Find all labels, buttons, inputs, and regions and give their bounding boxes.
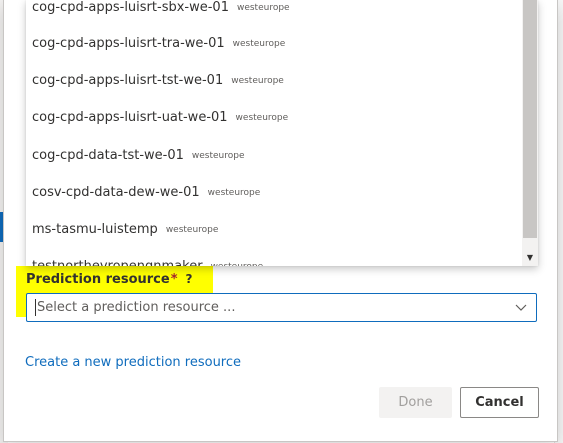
chevron-down-icon[interactable] — [514, 300, 528, 314]
option-region: westeurope — [235, 112, 289, 123]
dropdown-scrollbar[interactable]: ▼ — [522, 0, 538, 266]
option-name: cog-cpd-apps-luisrt-tra-we-01 — [32, 36, 225, 51]
option-region: westeurope — [231, 75, 284, 86]
dropdown-option[interactable]: cog-cpd-data-tst-we-01 westeurope — [26, 137, 522, 174]
done-button[interactable]: Done — [379, 387, 452, 418]
option-name: ms-tasmu-luistemp — [32, 222, 158, 237]
option-region: westeurope — [207, 187, 261, 198]
option-region: westeurope — [232, 38, 286, 49]
required-marker: * — [170, 272, 178, 287]
option-name: cosv-cpd-data-dew-we-01 — [32, 185, 200, 200]
scrollbar-thumb[interactable] — [523, 0, 537, 238]
option-name: cog-cpd-apps-luisrt-tst-we-01 — [32, 73, 224, 88]
help-icon[interactable]: ? — [186, 272, 193, 286]
option-region: westeurope — [236, 2, 290, 13]
dropdown-option[interactable]: cog-cpd-apps-luisrt-sbx-we-01 westeurope — [26, 0, 522, 26]
option-region: westeurope — [165, 224, 219, 235]
option-name: cog-cpd-data-tst-we-01 — [32, 148, 184, 163]
prediction-resource-label: Prediction resource*? — [26, 272, 192, 287]
option-region: westeurope — [191, 150, 245, 161]
dropdown-option[interactable]: ms-tasmu-luistemp westeurope — [26, 211, 522, 248]
dropdown-option[interactable]: cosv-cpd-data-dew-we-01 westeurope — [26, 174, 522, 211]
option-region: westeurope — [211, 262, 264, 267]
dropdown-option[interactable]: testnorthevropengnmaker westeurope — [26, 248, 522, 266]
dropdown-option[interactable]: cog-cpd-apps-luisrt-tst-we-01 westeurope — [26, 62, 522, 99]
option-name: cog-cpd-apps-luisrt-sbx-we-01 — [32, 0, 229, 15]
text-cursor — [35, 299, 36, 316]
option-name: testnorthevropengnmaker — [32, 259, 203, 266]
prediction-resource-dropdown-list[interactable]: cog-cpd-apps-luisrt-sbx-we-01 westeurope… — [26, 0, 538, 266]
scroll-down-arrow-icon[interactable]: ▼ — [522, 250, 538, 264]
label-text: Prediction resource — [26, 272, 170, 287]
cancel-button[interactable]: Cancel — [460, 387, 539, 418]
option-name: cog-cpd-apps-luisrt-uat-we-01 — [32, 110, 228, 125]
dropdown-option[interactable]: cog-cpd-apps-luisrt-uat-we-01 westeurope — [26, 99, 522, 136]
create-prediction-resource-link[interactable]: Create a new prediction resource — [25, 355, 241, 370]
select-placeholder: Select a prediction resource ... — [37, 300, 236, 315]
prediction-resource-select[interactable]: Select a prediction resource ... — [26, 293, 537, 322]
dropdown-option[interactable]: cog-cpd-apps-luisrt-tra-we-01 westeurope — [26, 25, 522, 62]
